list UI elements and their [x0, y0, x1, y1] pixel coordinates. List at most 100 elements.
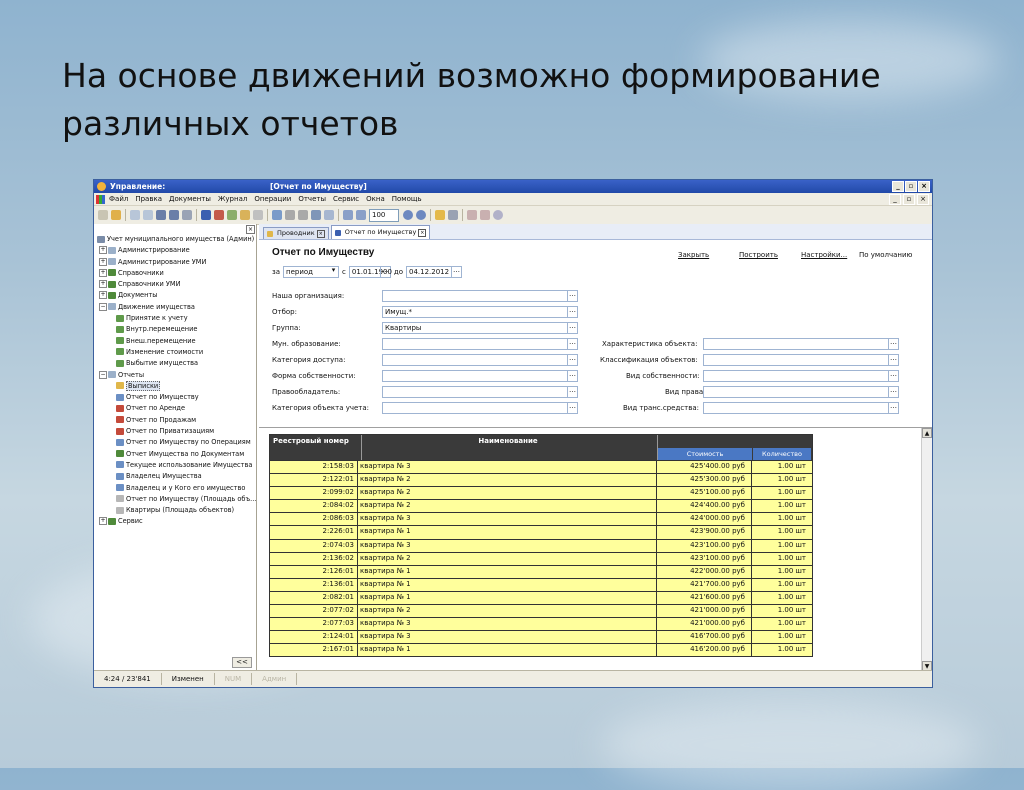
table-row[interactable]: 2:136:02 квартира № 2 423'100.00 руб 1.00 ш…	[270, 551, 812, 565]
minimize-button[interactable]: _	[892, 181, 904, 192]
menu-journal[interactable]: Журнал	[218, 195, 247, 203]
grid-icon[interactable]	[343, 210, 353, 220]
calendar-icon[interactable]	[356, 210, 366, 220]
close-tab-icon[interactable]: ×	[316, 229, 325, 238]
tree-item-owner[interactable]: Владелец Имущества	[94, 471, 256, 482]
table-row[interactable]: 2:099:02 квартира № 2 425'100.00 руб 1.00 ш…	[270, 486, 812, 500]
tree-item-property-report[interactable]: Отчет по Имуществу	[94, 392, 256, 403]
ownership-form-field[interactable]: …	[382, 370, 578, 382]
settings-button[interactable]: Настройки...	[801, 251, 847, 259]
arrow-left-icon[interactable]	[467, 210, 477, 220]
menu-help[interactable]: Помощь	[392, 195, 422, 203]
right-holder-field[interactable]: …	[382, 386, 578, 398]
group-field[interactable]: Квартиры…	[382, 322, 578, 334]
vertical-scrollbar[interactable]: ▲ ▼	[921, 428, 932, 671]
back-icon[interactable]	[403, 210, 413, 220]
municipality-field[interactable]: …	[382, 338, 578, 350]
table-row[interactable]: 2:086:03 квартира № 3 424'000.00 руб 1.00 ш…	[270, 512, 812, 526]
table-row[interactable]: 2:082:01 квартира № 1 421'600.00 руб 1.00 ш…	[270, 590, 812, 605]
copy-icon[interactable]	[143, 210, 153, 220]
object-characteristic-field[interactable]: …	[703, 338, 899, 350]
tree-item-service[interactable]: + Сервис	[94, 516, 256, 527]
tree-item-rent-report[interactable]: Отчет по Аренде	[94, 403, 256, 414]
mdi-minimize-button[interactable]: _	[889, 193, 901, 205]
menu-file[interactable]: Файл	[109, 195, 128, 203]
tree-item-statements[interactable]: Выписки	[94, 380, 256, 392]
collapse-pane-button[interactable]: <<	[232, 657, 252, 668]
menu-edit[interactable]: Правка	[135, 195, 162, 203]
build-button[interactable]: Построить	[739, 251, 778, 259]
table-row[interactable]: 2:126:01 квартира № 1 422'000.00 руб 1.00 ш…	[270, 564, 812, 578]
filter-field[interactable]: Имущ.*…	[382, 306, 578, 318]
tree-item-disposal[interactable]: Выбытие имущества	[94, 358, 256, 369]
tab-explorer[interactable]: Проводник ×	[263, 227, 329, 239]
right-type-field[interactable]: …	[703, 386, 899, 398]
table-row[interactable]: 2:158:03 квартира № 3 425'400.00 руб 1.00 ш…	[270, 460, 812, 474]
tree-item-administration[interactable]: + Администрирование	[94, 245, 256, 256]
tree-item-privatization-report[interactable]: Отчет по Приватизациям	[94, 426, 256, 437]
cut-icon[interactable]	[130, 210, 140, 220]
table-row[interactable]: 2:084:02 квартира № 2 424'400.00 руб 1.00 ш…	[270, 499, 812, 513]
tree-item-documents[interactable]: + Документы	[94, 290, 256, 301]
info-icon[interactable]	[448, 210, 458, 220]
close-report-button[interactable]: Закрыть	[678, 251, 709, 259]
tree-item-property-movement[interactable]: − Движение имущества	[94, 302, 256, 313]
object-category-field[interactable]: …	[382, 402, 578, 414]
edit-icon[interactable]	[214, 210, 224, 220]
menu-operations[interactable]: Операции	[254, 195, 291, 203]
check-icon[interactable]	[227, 210, 237, 220]
table-row[interactable]: 2:074:03 квартира № 3 423'100.00 руб 1.00 ш…	[270, 538, 812, 552]
mdi-close-button[interactable]: ×	[917, 193, 929, 205]
ownership-type-field[interactable]: …	[703, 370, 899, 382]
table-row[interactable]: 2:077:03 квартира № 3 421'000.00 руб 1.00 ш…	[270, 617, 812, 631]
tree-item-value-change[interactable]: Изменение стоимости	[94, 347, 256, 358]
tree-item-references-umi[interactable]: + Справочники УМИ	[94, 279, 256, 290]
table-row[interactable]: 2:136:01 квартира № 1 421'700.00 руб 1.00 ш…	[270, 577, 812, 591]
restore-button[interactable]: ▫	[905, 181, 917, 192]
search-next-icon[interactable]	[169, 210, 179, 220]
tree-item-internal-transfer[interactable]: Внутр.перемещение	[94, 324, 256, 335]
vehicle-type-field[interactable]: …	[703, 402, 899, 414]
search-icon[interactable]	[156, 210, 166, 220]
access-category-field[interactable]: …	[382, 354, 578, 366]
settings-icon[interactable]	[493, 210, 503, 220]
table-row[interactable]: 2:124:01 квартира № 3 416'700.00 руб 1.00 ш…	[270, 630, 812, 644]
tree-item-area-report[interactable]: Отчет по Имуществу (Площадь объ...	[94, 494, 256, 505]
org-field[interactable]: …	[382, 290, 578, 302]
tree-root[interactable]: Учет муниципального имущества (Админ)	[94, 234, 256, 245]
tree-item-external-transfer[interactable]: Внеш.перемещение	[94, 336, 256, 347]
tree-item-administration-umi[interactable]: + Администрирование УМИ	[94, 257, 256, 268]
view-icon[interactable]	[324, 210, 334, 220]
scroll-up-icon[interactable]: ▲	[922, 428, 932, 438]
tree-item-sales-report[interactable]: Отчет по Продажам	[94, 415, 256, 426]
menu-documents[interactable]: Документы	[169, 195, 211, 203]
close-pane-icon[interactable]: ×	[246, 225, 255, 234]
date-from-field[interactable]: 01.01.1900…	[348, 266, 392, 278]
defaults-button[interactable]: По умолчанию	[859, 251, 912, 259]
chart-icon[interactable]	[201, 210, 211, 220]
open-icon[interactable]	[111, 210, 121, 220]
tree-item-owner-holder[interactable]: Владелец и у Кого его имущество	[94, 483, 256, 494]
date-to-field[interactable]: 04.12.2012…	[406, 266, 462, 278]
zoom-select[interactable]: 100	[369, 208, 399, 222]
delete-icon[interactable]	[298, 210, 308, 220]
filter-icon[interactable]	[182, 210, 192, 220]
object-classification-field[interactable]: …	[703, 354, 899, 366]
menu-windows[interactable]: Окна	[366, 195, 385, 203]
tree-item-operations-report[interactable]: Отчет по Имуществу по Операциям	[94, 437, 256, 448]
tree-item-documents-report[interactable]: Отчет Имущества по Документам	[94, 449, 256, 460]
close-button[interactable]: ×	[918, 181, 930, 192]
tab-property-report[interactable]: Отчет по Имуществу ×	[330, 225, 431, 239]
save-icon[interactable]	[285, 210, 295, 220]
tree-item-apartments[interactable]: Квартиры (Площадь объектов)	[94, 505, 256, 516]
arrow-right-icon[interactable]	[480, 210, 490, 220]
menu-service[interactable]: Сервис	[333, 195, 359, 203]
period-type-select[interactable]: период ▾	[283, 266, 340, 278]
close-tab-icon[interactable]: ×	[418, 228, 427, 237]
tree-item-current-use[interactable]: Текущее использование Имущества	[94, 460, 256, 471]
new-icon[interactable]	[98, 210, 108, 220]
refresh-icon[interactable]	[311, 210, 321, 220]
help-icon[interactable]	[435, 210, 445, 220]
table-row[interactable]: 2:077:02 квартира № 2 421'000.00 руб 1.00 ш…	[270, 604, 812, 618]
folder-icon[interactable]	[240, 210, 250, 220]
